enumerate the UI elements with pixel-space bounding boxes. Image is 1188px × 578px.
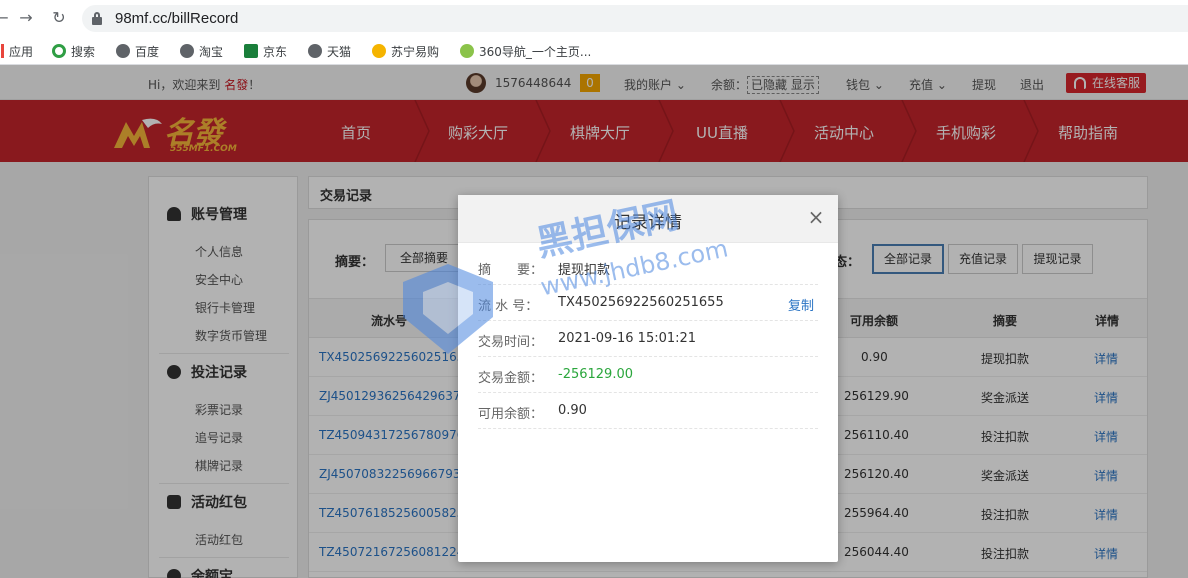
detail-value: 2021-09-16 15:01:21 [558, 331, 697, 346]
url-text: 98mf.cc/billRecord [115, 10, 239, 27]
suning-icon [372, 44, 386, 58]
bookmark-label: 搜索 [71, 44, 96, 59]
bookmark-jd[interactable]: 京东 [244, 43, 287, 59]
detail-label: 可用余额： [478, 407, 544, 422]
detail-row-time: 交易时间： 2021-09-16 15:01:21 [478, 321, 818, 357]
bookmark-label: 京东 [263, 44, 288, 59]
detail-row-amount: 交易金额： -256129.00 [478, 357, 818, 393]
detail-row-summary: 摘 要： 提现扣款 [478, 249, 818, 285]
bookmark-taobao[interactable]: 淘宝 [180, 43, 223, 59]
globe-icon [308, 44, 322, 58]
bookmark-360[interactable]: 360导航_一个主页... [460, 43, 591, 59]
bookmark-label: 百度 [135, 44, 160, 59]
jd-icon [244, 44, 258, 58]
bookmark-apps[interactable]: 应用 [0, 43, 33, 59]
address-bar[interactable]: 98mf.cc/billRecord [82, 5, 1188, 32]
modal-title: 记录详情 [614, 213, 682, 233]
search-icon [52, 44, 66, 58]
lock-icon [92, 12, 102, 25]
bookmark-tmall[interactable]: 天猫 [308, 43, 351, 59]
detail-row-balance: 可用余额： 0.90 [478, 393, 818, 429]
detail-value: TX450256922560251655 [558, 295, 724, 310]
browser-toolbar: ← → ↻ 98mf.cc/billRecord [0, 0, 1188, 37]
close-icon[interactable]: × [806, 207, 826, 227]
record-detail-modal: 记录详情 × 摘 要： 提现扣款 流 水 号： TX45025692256025… [458, 195, 838, 562]
forward-icon[interactable]: → [16, 8, 36, 28]
bookmark-suning[interactable]: 苏宁易购 [372, 43, 439, 59]
detail-value: 提现扣款 [558, 263, 611, 278]
bookmark-label: 应用 [9, 44, 34, 59]
back-icon[interactable]: ← [0, 8, 12, 28]
bookmark-label: 360导航_一个主页... [479, 44, 592, 59]
reload-icon[interactable]: ↻ [49, 8, 69, 28]
globe-icon [180, 44, 194, 58]
copy-button[interactable]: 复制 [788, 295, 814, 314]
detail-value: 0.90 [558, 403, 587, 418]
globe-icon [116, 44, 130, 58]
bookmark-label: 淘宝 [199, 44, 224, 59]
apps-grid-icon [0, 44, 4, 58]
detail-label: 交易时间： [478, 335, 544, 350]
bookmark-baidu[interactable]: 百度 [116, 43, 159, 59]
detail-value: -256129.00 [558, 367, 633, 382]
detail-label: 摘 要： [478, 263, 544, 278]
detail-row-serial: 流 水 号： TX450256922560251655 复制 [478, 285, 818, 321]
bookmark-label: 天猫 [327, 44, 352, 59]
detail-label: 流 水 号： [478, 299, 539, 314]
bookmark-label: 苏宁易购 [391, 44, 440, 59]
bookmarks-bar: 应用 搜索 百度 淘宝 京东 天猫 苏宁易购 360导航_一个主页... [0, 37, 1188, 65]
modal-header: 记录详情 × [458, 195, 838, 243]
plus-360-icon [460, 44, 474, 58]
bookmark-search[interactable]: 搜索 [52, 43, 95, 59]
detail-label: 交易金额： [478, 371, 544, 386]
